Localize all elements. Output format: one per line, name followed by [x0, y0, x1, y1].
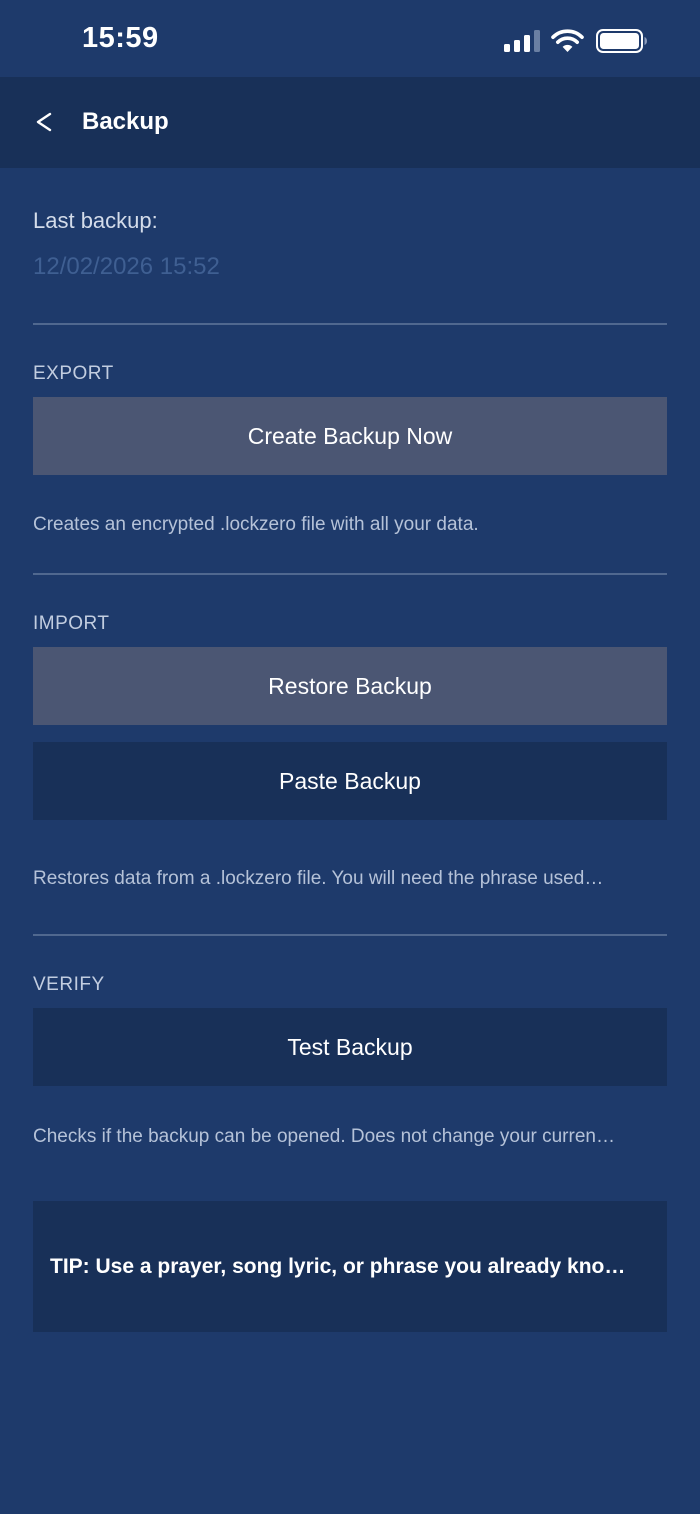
section-header-export: EXPORT: [33, 363, 114, 384]
section-header-import: IMPORT: [33, 613, 110, 634]
restore-backup-button-label: Restore Backup: [268, 672, 432, 699]
status-bar: 15:59: [0, 0, 700, 77]
status-time: 15:59: [82, 22, 159, 54]
create-backup-button-label: Create Backup Now: [247, 422, 453, 449]
paste-backup-button-label: Paste Backup: [279, 767, 421, 794]
export-help-text: Creates an encrypted .lockzero file with…: [33, 514, 479, 535]
test-backup-button[interactable]: Test Backup: [33, 1008, 667, 1086]
battery-icon: [596, 29, 647, 53]
paste-backup-button[interactable]: Paste Backup: [33, 742, 667, 820]
divider: [33, 323, 667, 325]
verify-help-text: Checks if the backup can be opened. Does…: [33, 1126, 615, 1147]
last-backup-label: Last backup:: [33, 208, 158, 233]
test-backup-button-label: Test Backup: [287, 1033, 413, 1060]
tip-text: TIP: Use a prayer, song lyric, or phrase…: [50, 1255, 626, 1278]
restore-backup-button[interactable]: Restore Backup: [33, 647, 667, 725]
section-header-verify: VERIFY: [33, 974, 105, 995]
divider: [33, 934, 667, 936]
wifi-icon: [551, 29, 584, 52]
chevron-left-icon: [36, 112, 52, 132]
nav-bar: Backup: [0, 77, 700, 168]
back-button[interactable]: [26, 99, 62, 145]
import-help-text: Restores data from a .lockzero file. You…: [33, 868, 604, 889]
signal-icon: [504, 30, 540, 52]
tip-box: TIP: Use a prayer, song lyric, or phrase…: [33, 1201, 667, 1332]
create-backup-button[interactable]: Create Backup Now: [33, 397, 667, 475]
page-title: Backup: [82, 108, 169, 135]
last-backup-value: 12/02/2026 15:52: [33, 253, 220, 280]
divider: [33, 573, 667, 575]
